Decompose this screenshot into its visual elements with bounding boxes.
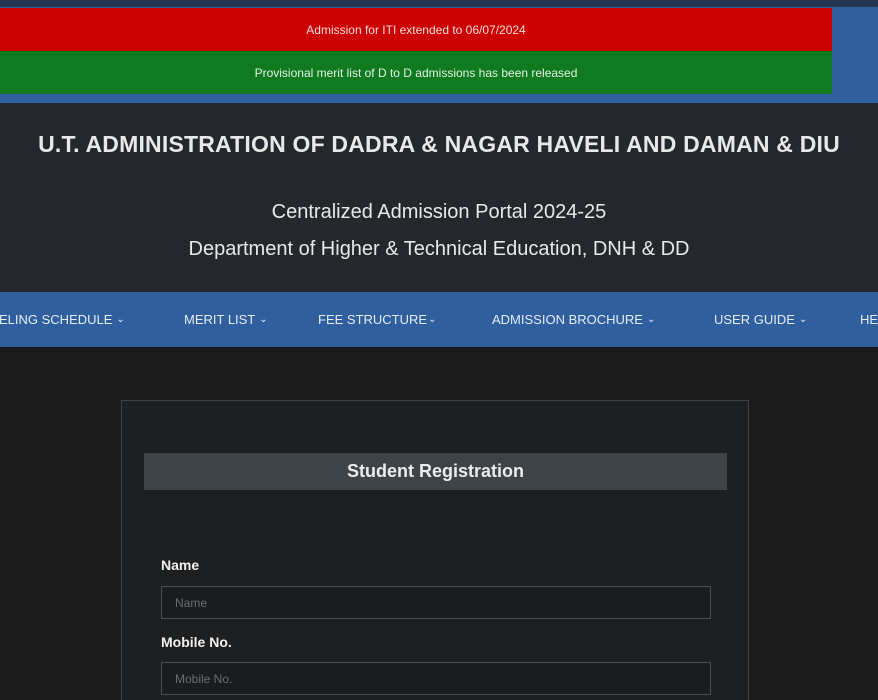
notice-red-text: Admission for ITI extended to 06/07/2024 xyxy=(306,22,526,37)
portal-subtitle: Centralized Admission Portal 2024-25 xyxy=(271,201,607,223)
nav-label: USER GUIDE xyxy=(714,312,795,327)
notice-banner: Admission for ITI extended to 06/07/2024… xyxy=(0,0,878,103)
notice-green-text: Provisional merit list of D to D admissi… xyxy=(254,65,578,80)
nav-help[interactable]: HE xyxy=(860,292,878,347)
page: Admission for ITI extended to 06/07/2024… xyxy=(0,0,878,700)
nav-label: ADMISSION BROCHURE xyxy=(492,312,643,327)
mobile-label: Mobile No. xyxy=(161,634,232,650)
chevron-down-icon: ⌄ xyxy=(798,314,808,325)
main-nav: ELING SCHEDULE ⌄ MERIT LIST ⌄ FEE STRUCT… xyxy=(0,292,878,347)
department-name: Department of Higher & Technical Educati… xyxy=(188,238,690,260)
site-header: U.T. ADMINISTRATION OF DADRA & NAGAR HAV… xyxy=(0,103,878,292)
chevron-down-icon: ⌄ xyxy=(646,314,656,325)
nav-label: FEE STRUCTURE xyxy=(318,312,428,327)
nav-label: ELING SCHEDULE xyxy=(0,312,113,327)
nav-fee-structure[interactable]: FEE STRUCTURE ⌄ xyxy=(318,292,436,347)
chevron-down-icon: ⌄ xyxy=(428,314,437,325)
nav-merit-list[interactable]: MERIT LIST ⌄ xyxy=(184,292,268,347)
chevron-down-icon: ⌄ xyxy=(116,314,125,325)
site-title: U.T. ADMINISTRATION OF DADRA & NAGAR HAV… xyxy=(38,131,840,157)
nav-counselling-schedule[interactable]: ELING SCHEDULE ⌄ xyxy=(0,292,125,347)
notice-green-merit-list[interactable]: Provisional merit list of D to D admissi… xyxy=(0,51,832,94)
registration-title: Student Registration xyxy=(144,453,727,490)
notice-red-admission[interactable]: Admission for ITI extended to 06/07/2024 xyxy=(0,8,832,51)
nav-admission-brochure[interactable]: ADMISSION BROCHURE ⌄ xyxy=(492,292,655,347)
name-label: Name xyxy=(161,557,200,573)
name-input[interactable] xyxy=(161,586,711,619)
nav-label: MERIT LIST xyxy=(184,312,256,327)
registration-card: Student Registration Name Mobile No. xyxy=(121,400,749,700)
nav-label: HE xyxy=(860,312,878,327)
main-content: Student Registration Name Mobile No. xyxy=(0,347,878,700)
mobile-input[interactable] xyxy=(161,662,711,695)
nav-user-guide[interactable]: USER GUIDE ⌄ xyxy=(714,292,807,347)
chevron-down-icon: ⌄ xyxy=(259,314,268,325)
